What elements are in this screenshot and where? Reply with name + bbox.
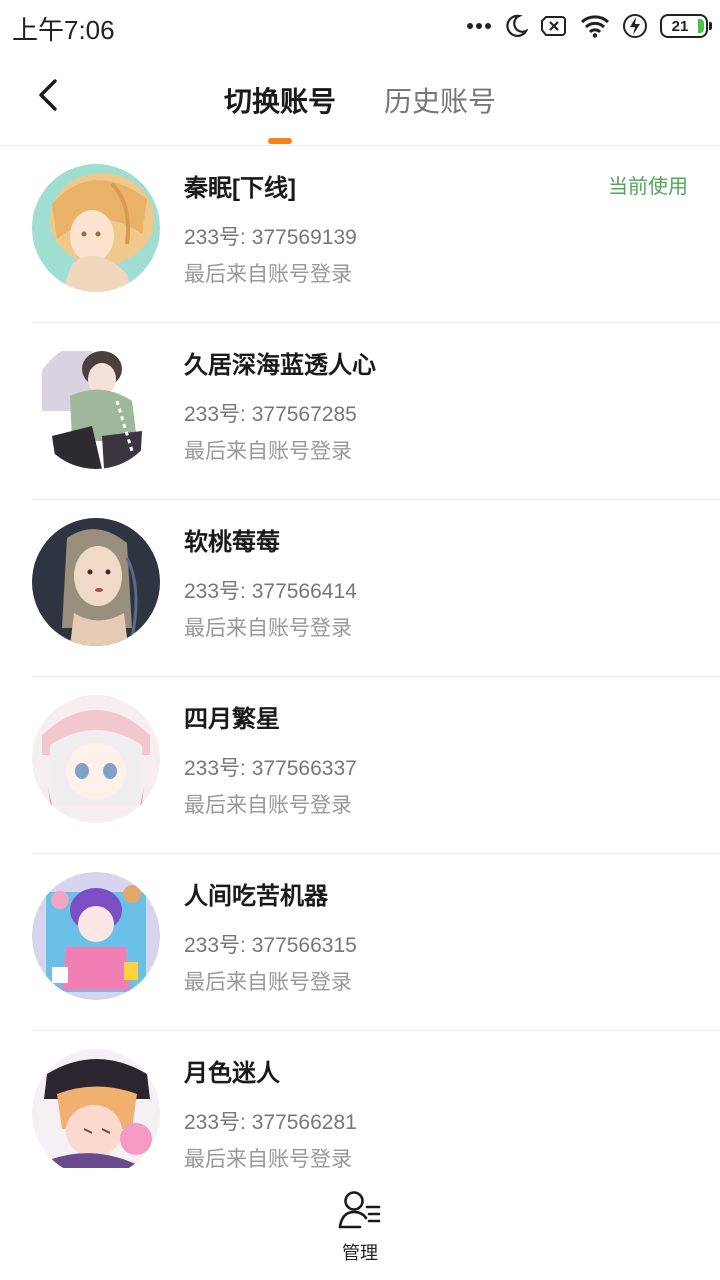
chevron-left-icon [36, 78, 60, 117]
account-item[interactable]: 月色迷人 233号: 377566281 最后来自账号登录 [0, 1031, 720, 1168]
account-name: 月色迷人 [184, 1060, 280, 1087]
manage-button[interactable]: 管理 [326, 1190, 394, 1270]
moon-icon [504, 14, 528, 38]
avatar [32, 1049, 160, 1168]
account-item[interactable]: 秦眠[下线] 当前使用 233号: 377569139 最后来自账号登录 [0, 146, 720, 323]
account-id: 233号: 377566281 [184, 1111, 357, 1134]
more-dots-icon [466, 22, 492, 30]
account-id: 233号: 377569139 [184, 226, 357, 249]
header: 切换账号 历史账号 [0, 52, 720, 146]
battery-level: 21 [671, 17, 689, 35]
battery-icon: 21 [660, 14, 712, 38]
account-id: 233号: 377566315 [184, 934, 357, 957]
account-item[interactable]: 人间吃苦机器 233号: 377566315 最后来自账号登录 [0, 854, 720, 1031]
bottom-bar: 管理 [0, 1168, 720, 1280]
account-login-source: 最后来自账号登录 [184, 617, 352, 640]
account-id: 233号: 377566414 [184, 580, 357, 603]
account-item[interactable]: 久居深海蓝透人心 233号: 377567285 最后来自账号登录 [0, 323, 720, 500]
account-name: 秦眠[下线] [184, 175, 296, 202]
status-bar: 上午7:06 21 [0, 0, 720, 52]
avatar [32, 695, 160, 823]
account-item[interactable]: 软桃莓莓 233号: 377566414 最后来自账号登录 [0, 500, 720, 677]
avatar [32, 341, 160, 469]
avatar [32, 872, 160, 1000]
account-list: 秦眠[下线] 当前使用 233号: 377569139 最后来自账号登录 久居深… [0, 146, 720, 1168]
account-name: 四月繁星 [184, 706, 280, 733]
avatar [32, 164, 160, 292]
account-login-source: 最后来自账号登录 [184, 263, 352, 286]
account-name: 人间吃苦机器 [184, 883, 328, 910]
account-item[interactable]: 四月繁星 233号: 377566337 最后来自账号登录 [0, 677, 720, 854]
account-login-source: 最后来自账号登录 [184, 794, 352, 817]
account-login-source: 最后来自账号登录 [184, 440, 352, 463]
back-button[interactable] [26, 74, 70, 120]
account-name: 久居深海蓝透人心 [184, 352, 376, 379]
account-login-source: 最后来自账号登录 [184, 1148, 352, 1168]
account-id: 233号: 377566337 [184, 757, 357, 780]
avatar [32, 518, 160, 646]
status-icons: 21 [466, 10, 712, 42]
account-login-source: 最后来自账号登录 [184, 971, 352, 994]
status-time: 上午7:06 [12, 15, 115, 45]
account-name: 软桃莓莓 [184, 529, 280, 556]
no-sim-icon [540, 15, 568, 37]
tab-indicator [268, 138, 292, 144]
tab-history-account[interactable]: 历史账号 [384, 80, 496, 120]
tab-switch-account[interactable]: 切换账号 [224, 80, 336, 120]
user-list-icon [338, 1190, 382, 1235]
wifi-icon [580, 14, 610, 38]
account-id: 233号: 377567285 [184, 403, 357, 426]
manage-label: 管理 [342, 1243, 378, 1263]
charging-icon [622, 13, 648, 39]
current-use-badge: 当前使用 [608, 176, 688, 198]
